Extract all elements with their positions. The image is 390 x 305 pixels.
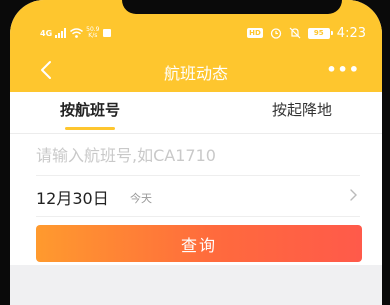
status-time: 4:23 [336,25,366,41]
tab-by-route[interactable]: 按起降地 [222,92,382,133]
search-form: 12月30日 今天 查询 [10,134,382,265]
active-tab-indicator [65,127,115,130]
net-speed: 50.9 K/s [86,27,99,39]
query-button[interactable]: 查询 [36,225,362,262]
notification-icon [102,29,111,37]
more-horizontal-icon[interactable]: ••• [326,62,360,78]
mute-icon [289,27,301,39]
wifi-icon [70,28,84,38]
date-selector[interactable]: 12月30日 今天 [10,176,382,216]
signal-icon [55,28,67,38]
alarm-icon [270,28,281,39]
status-left: 4G 50.9 K/s [40,26,111,40]
phone-screen: 4G 50.9 K/s HD 95 4:23 航班动态 ••• 按航班号 按起降… [10,0,382,305]
flight-number-input[interactable] [36,140,356,170]
camera-notch [122,0,342,14]
net-speed-unit: K/s [88,32,98,39]
signal-label: 4G [40,28,53,38]
date-value: 12月30日 [36,189,109,208]
search-mode-tabs: 按航班号 按起降地 [10,92,382,134]
battery-icon: 95 [307,27,333,39]
content-background [10,265,382,305]
status-right: HD 95 4:23 [247,25,366,41]
chevron-right-icon [350,189,357,201]
date-hint: 今天 [130,192,152,205]
nav-bar: 航班动态 ••• [10,48,382,92]
hd-badge: HD [247,28,263,38]
divider [36,216,360,217]
